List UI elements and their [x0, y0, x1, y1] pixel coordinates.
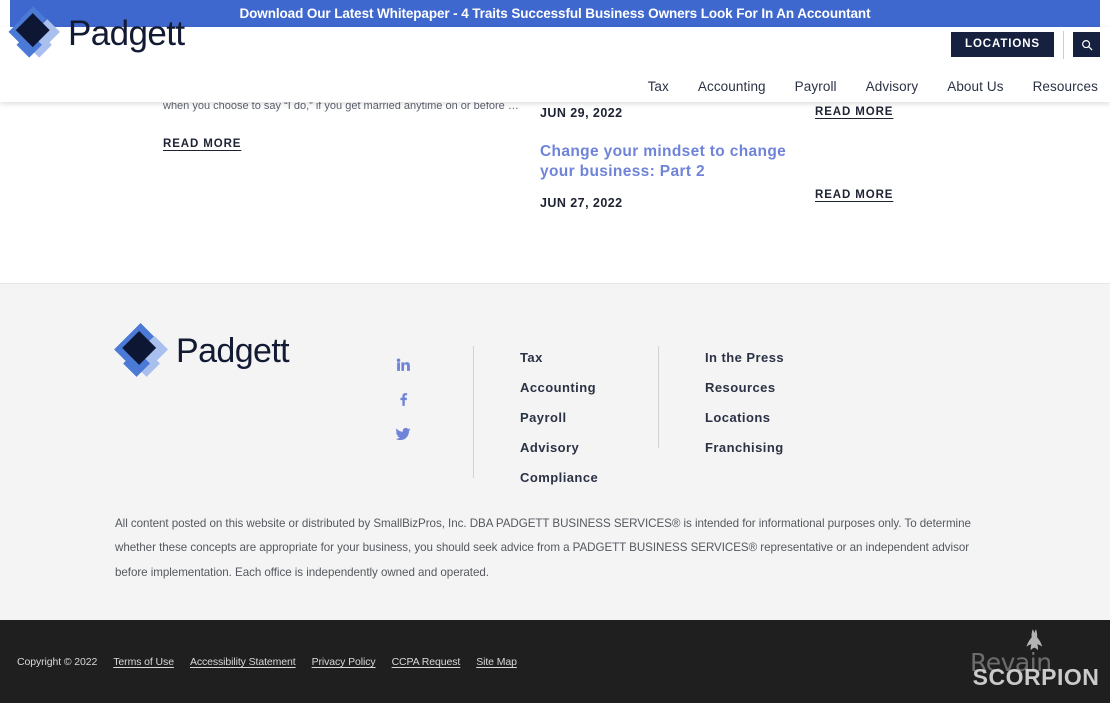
footer-divider — [473, 346, 474, 478]
footer-link-compliance[interactable]: Compliance — [520, 470, 598, 485]
footer-top: Padgett Tax Accounting Payroll Advisory … — [0, 306, 1110, 486]
footer-link-franchising[interactable]: Franchising — [705, 440, 784, 455]
post-date: JUN 29, 2022 — [540, 106, 623, 120]
footer-link-advisory[interactable]: Advisory — [520, 440, 598, 455]
blog-post-list: when you choose to say “I do,” if you ge… — [0, 100, 1110, 283]
legal-link-ccpa-request[interactable]: CCPA Request — [392, 656, 461, 668]
post-title-cell: Change your mindset to change your busin… — [540, 142, 815, 210]
legal-link-accessibility-statement[interactable]: Accessibility Statement — [190, 656, 296, 668]
locations-button[interactable]: LOCATIONS — [951, 32, 1054, 57]
social-links — [393, 354, 413, 444]
promo-banner-text: Download Our Latest Whitepaper - 4 Trait… — [239, 6, 871, 21]
site-header: Padgett LOCATIONS Tax Accounting Payroll… — [0, 5, 1110, 102]
post-excerpt-cell — [0, 142, 540, 210]
brand-name: Padgett — [68, 13, 185, 53]
blog-post-row: Change your mindset to change your busin… — [0, 142, 1110, 210]
header-utility-bar: LOCATIONS — [951, 30, 1100, 59]
post-action-cell: READ MORE — [815, 142, 1065, 210]
search-button[interactable] — [1073, 32, 1100, 57]
twitter-icon[interactable] — [393, 424, 413, 444]
footer-nav-services: Tax Accounting Payroll Advisory Complian… — [520, 350, 598, 485]
legal-link-terms-of-use[interactable]: Terms of Use — [113, 656, 174, 668]
site-footer: Padgett Tax Accounting Payroll Advisory … — [0, 283, 1110, 620]
agency-credit-logo[interactable]: SCORPION Revain — [966, 625, 1106, 697]
agency-name: SCORPION — [972, 664, 1100, 690]
nav-item-tax[interactable]: Tax — [648, 79, 669, 94]
legal-link-site-map[interactable]: Site Map — [476, 656, 517, 668]
copyright-text: Copyright © 2022 — [17, 656, 98, 668]
footer-brand-name: Padgett — [176, 332, 290, 370]
footer-logo-link[interactable]: Padgett — [112, 322, 290, 382]
footer-link-locations[interactable]: Locations — [705, 410, 784, 425]
footer-link-payroll[interactable]: Payroll — [520, 410, 598, 425]
footer-link-in-the-press[interactable]: In the Press — [705, 350, 784, 365]
nav-item-accounting[interactable]: Accounting — [698, 79, 766, 94]
footer-nav-company: In the Press Resources Locations Franchi… — [705, 350, 784, 455]
legal-links: Copyright © 2022 Terms of Use Accessibil… — [17, 656, 517, 668]
read-more-link[interactable]: READ MORE — [815, 106, 1065, 118]
padgett-diamond-logo — [6, 5, 62, 63]
linkedin-icon[interactable] — [393, 354, 413, 374]
nav-item-advisory[interactable]: Advisory — [866, 79, 919, 94]
scorpion-logo — [1026, 629, 1043, 651]
main-navigation: Tax Accounting Payroll Advisory About Us… — [648, 79, 1098, 94]
legal-disclaimer: All content posted on this website or di… — [115, 517, 971, 579]
utility-divider — [1063, 30, 1064, 59]
read-more-link[interactable]: READ MORE — [815, 189, 1065, 201]
post-title[interactable]: Change your mindset to change your busin… — [540, 142, 815, 182]
facebook-icon[interactable] — [393, 389, 413, 409]
nav-item-resources[interactable]: Resources — [1033, 79, 1098, 94]
legal-link-privacy-policy[interactable]: Privacy Policy — [312, 656, 376, 668]
site-logo-link[interactable]: Padgett — [6, 5, 185, 63]
padgett-diamond-logo — [112, 322, 170, 382]
nav-item-payroll[interactable]: Payroll — [795, 79, 837, 94]
post-date: JUN 27, 2022 — [540, 195, 623, 210]
bottom-bar: Copyright © 2022 Terms of Use Accessibil… — [0, 620, 1110, 703]
footer-link-resources[interactable]: Resources — [705, 380, 784, 395]
footer-link-tax[interactable]: Tax — [520, 350, 598, 365]
nav-item-about-us[interactable]: About Us — [947, 79, 1003, 94]
footer-link-accounting[interactable]: Accounting — [520, 380, 598, 395]
search-icon — [1081, 39, 1092, 50]
footer-divider — [658, 346, 659, 448]
